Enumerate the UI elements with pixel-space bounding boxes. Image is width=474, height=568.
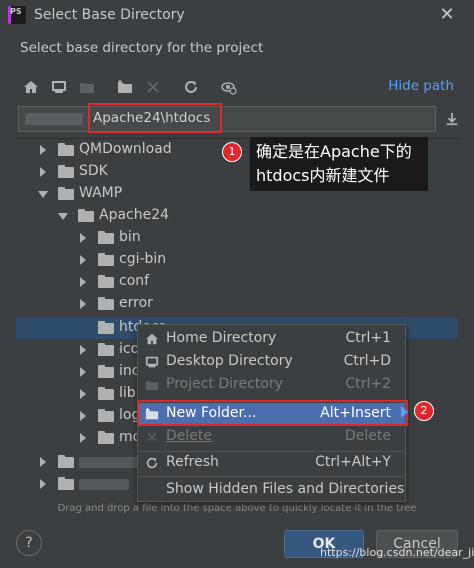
menu-separator [138,476,405,477]
tree-row[interactable]: conf [16,271,458,293]
folder-icon [58,165,74,178]
folder-icon [98,431,114,444]
folder-icon [58,455,74,468]
menu-item-show-hidden[interactable]: Show Hidden Files and Directories [138,479,405,501]
refresh-icon [144,455,160,471]
menu-item-desktop-directory[interactable]: Desktop Directory Ctrl+D [138,351,405,373]
delete-icon [144,429,160,445]
window-title: Select Base Directory [34,7,185,23]
home-icon [144,331,160,347]
tree-row-label: lib [119,385,136,401]
chevron-right-icon[interactable] [78,276,88,288]
folder-icon [78,209,94,222]
desktop-icon[interactable] [48,76,70,98]
project-icon[interactable] [76,76,98,98]
hide-path-link[interactable]: Hide path [388,78,454,94]
menu-item-delete[interactable]: Delete Delete [138,426,405,448]
new-folder-highlight-box [137,400,408,426]
show-hidden-icon[interactable] [218,76,240,98]
annotation-badge-2: 2 [414,401,434,421]
chevron-right-icon[interactable] [38,478,48,490]
chevron-right-icon[interactable] [78,366,88,378]
folder-icon [98,343,114,356]
title-bar: PS Select Base Directory ✕ [0,0,474,32]
chevron-down-icon[interactable] [38,188,48,200]
tree-row[interactable]: Apache24 [16,205,458,227]
menu-item-refresh[interactable]: Refresh Ctrl+Alt+Y [138,452,405,474]
folder-icon [58,477,74,490]
tree-row-label: error [119,295,153,311]
phpstorm-logo-icon: PS [8,6,26,24]
folder-icon [98,231,114,244]
chevron-right-icon[interactable] [78,254,88,266]
folder-icon [98,387,114,400]
home-icon[interactable] [20,76,42,98]
tree-row-label: cgi-bin [119,251,167,267]
tree-row[interactable]: bin [16,227,458,249]
delete-icon[interactable] [142,76,164,98]
pointer-arrow-icon [401,406,408,418]
folder-icon [98,297,114,310]
annotation-note: 确定是在Apache下的 htdocs内新建文件 [250,137,428,191]
drag-drop-hint: Drag and drop a file into the space abov… [57,503,417,514]
folder-icon [98,409,114,422]
annotation-line-1: 确定是在Apache下的 [256,142,412,161]
tree-row[interactable]: cgi-bin [16,249,458,271]
project-icon [144,377,160,393]
file-toolbar: Hide path [18,74,458,100]
chevron-right-icon[interactable] [78,410,88,422]
desktop-icon [144,354,160,370]
help-button[interactable]: ? [16,530,42,556]
tree-row-label: SDK [79,163,108,179]
new-folder-icon[interactable] [114,76,136,98]
chevron-right-icon[interactable] [78,432,88,444]
menu-item-project-directory[interactable]: Project Directory Ctrl+2 [138,374,405,396]
tree-row-label: conf [119,273,150,289]
chevron-right-icon[interactable] [78,388,88,400]
tree-row-label: QMDownload [79,141,172,157]
folder-icon [98,365,114,378]
chevron-right-icon[interactable] [78,344,88,356]
path-prefix-redacted [25,113,83,125]
path-highlight-box [88,103,222,133]
refresh-icon[interactable] [180,76,202,98]
close-icon[interactable]: ✕ [436,4,458,26]
folder-icon [58,143,74,156]
dialog-subtitle: Select base directory for the project [20,40,264,56]
folder-icon [98,253,114,266]
chevron-down-icon[interactable] [58,210,68,222]
folder-icon [58,187,74,200]
download-icon[interactable] [442,109,462,129]
redacted-label [79,457,139,468]
menu-item-home-directory[interactable]: Home Directory Ctrl+1 [138,328,405,350]
chevron-right-icon[interactable] [78,232,88,244]
tree-row-label: WAMP [79,185,123,201]
annotation-line-2: htdocs内新建文件 [256,166,390,185]
folder-icon [98,321,114,334]
chevron-right-icon[interactable] [78,298,88,310]
redacted-label [79,479,129,490]
tree-row[interactable]: error [16,293,458,315]
folder-icon [98,275,114,288]
chevron-right-icon[interactable] [38,166,48,178]
chevron-right-icon[interactable] [38,456,48,468]
path-input[interactable]: Apache24\htdocs [18,106,436,132]
watermark: https://blog.csdn.net/dear_jing [320,546,474,559]
tree-row-label: Apache24 [99,207,170,223]
annotation-badge-1: 1 [222,142,242,162]
chevron-right-icon[interactable] [38,144,48,156]
tree-row-label: bin [119,229,141,245]
